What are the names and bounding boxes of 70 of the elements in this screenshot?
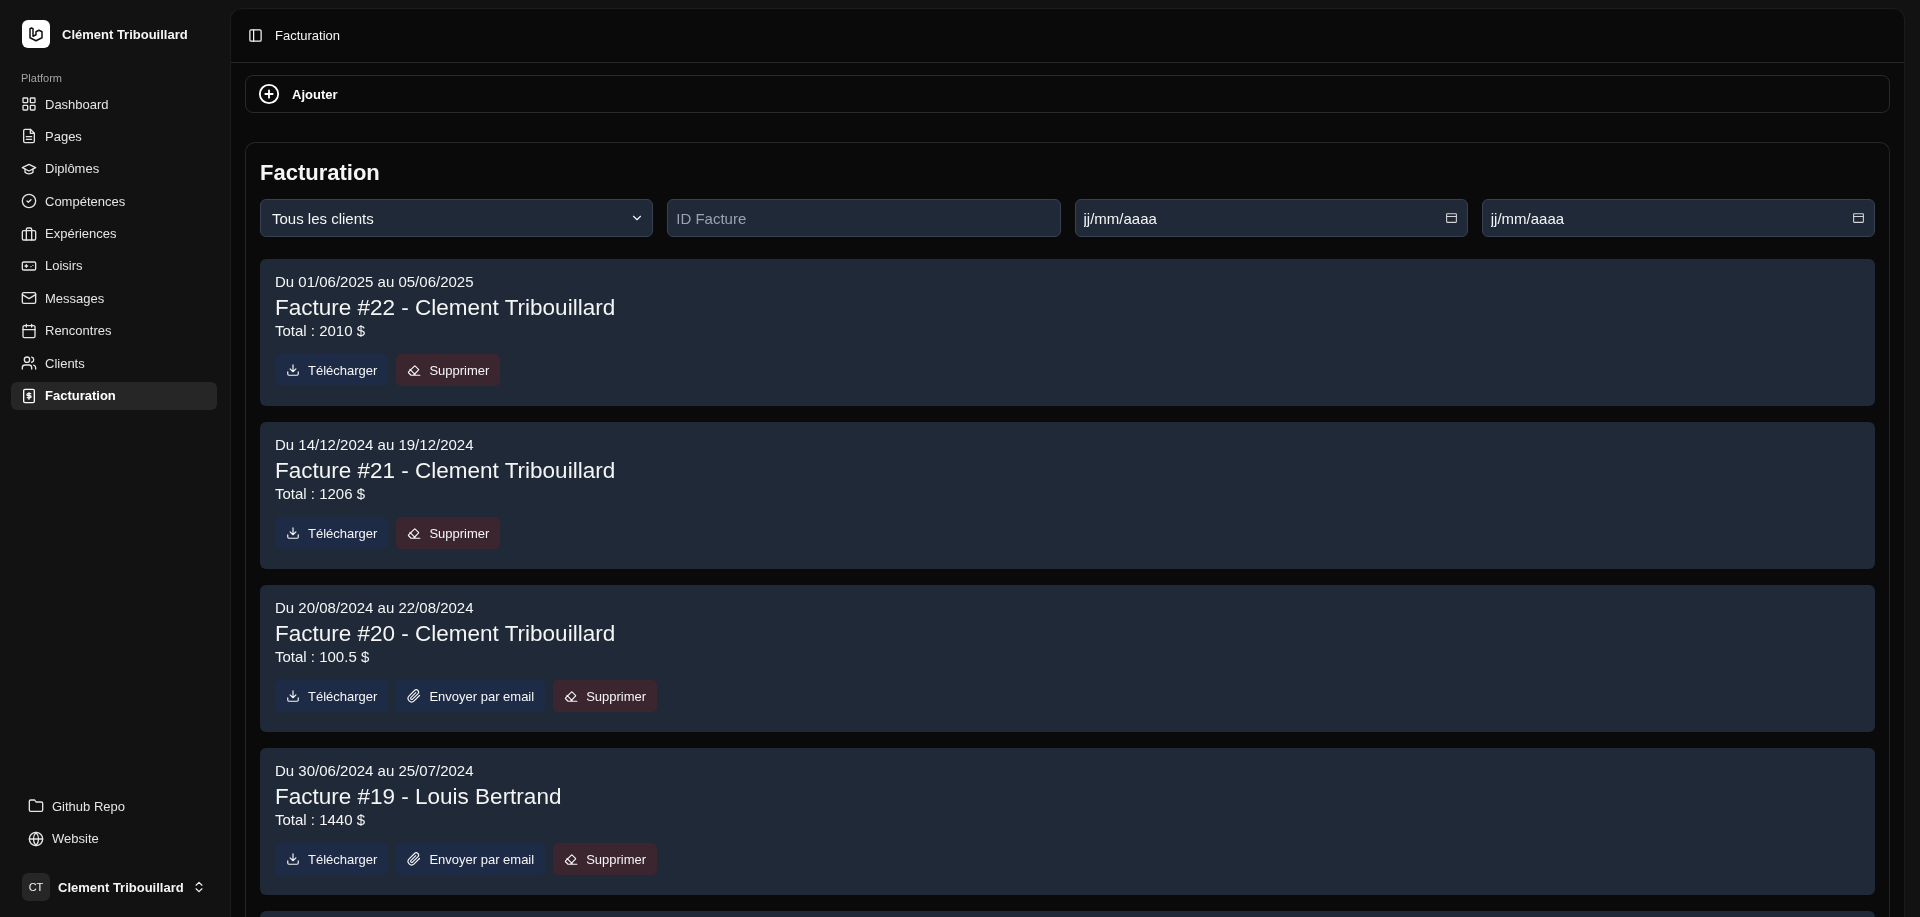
nav-item[interactable]: Rencontres	[11, 316, 217, 345]
delete-button[interactable]: Supprimer	[396, 354, 501, 386]
invoice-total: Total : 100.5 $	[275, 648, 370, 665]
envelope-icon	[21, 290, 37, 307]
eraser-icon	[407, 526, 422, 540]
nav-item[interactable]: Expériences	[11, 219, 217, 248]
users-icon	[21, 355, 37, 372]
download-icon	[286, 526, 300, 540]
app-name: Clément Tribouillard	[62, 26, 188, 42]
invoice-title: Facture #21 - Clement Tribouillard	[275, 458, 616, 484]
download-icon	[286, 852, 300, 866]
briefcase-icon	[21, 225, 37, 242]
eraser-icon	[564, 852, 579, 866]
panel-title: Facturation	[260, 160, 380, 186]
download-button[interactable]: Télécharger	[275, 843, 389, 875]
breadcrumb: Facturation	[275, 28, 341, 43]
sidebar-link[interactable]: Github Repo	[11, 792, 217, 821]
paperclip-icon	[407, 689, 422, 703]
nav-item[interactable]: Diplômes	[11, 154, 217, 183]
delete-button[interactable]: Supprimer	[553, 680, 658, 712]
invoice-id-field[interactable]: ID Facture	[667, 199, 1061, 237]
start-date-field[interactable]: jj/mm/aaaa	[1074, 199, 1468, 237]
client-select[interactable]: Tous les clients	[260, 199, 654, 237]
invoice-title: Facture #20 - Clement Tribouillard	[275, 621, 616, 647]
add-button[interactable]: Ajouter	[245, 75, 1890, 113]
invoice-period: Du 20/08/2024 au 22/08/2024	[275, 599, 474, 616]
download-button[interactable]: Télécharger	[275, 517, 389, 549]
check-circle-icon	[21, 193, 37, 210]
user-avatar: CT	[22, 873, 50, 901]
folder-icon	[28, 798, 44, 815]
nav-item[interactable]: Pages	[11, 122, 217, 151]
calendar-icon	[1444, 211, 1458, 224]
invoice-period: Du 14/12/2024 au 19/12/2024	[275, 436, 474, 453]
section-label: Platform	[20, 71, 63, 86]
document-icon	[21, 128, 37, 145]
invoice-title: Facture #22 - Clement Tribouillard	[275, 295, 616, 321]
nav-item[interactable]: Compétences	[11, 187, 217, 216]
invoice-period: Du 01/06/2025 au 05/06/2025	[275, 273, 474, 290]
invoice-period: Du 30/06/2024 au 25/07/2024	[275, 762, 474, 779]
delete-button[interactable]: Supprimer	[553, 843, 658, 875]
invoice-title: Facture #19 - Louis Bertrand	[275, 784, 562, 810]
nav-item[interactable]: Facturation	[11, 381, 217, 410]
invoice-total: Total : 1206 $	[275, 485, 366, 502]
end-date-field[interactable]: jj/mm/aaaa	[1481, 199, 1875, 237]
calendar-icon	[21, 322, 37, 339]
dollar-document-icon	[21, 387, 37, 404]
user-name: Clement Tribouillard	[58, 879, 184, 895]
cube-logo-icon	[27, 25, 45, 43]
nav-item[interactable]: Loisirs	[11, 251, 217, 280]
invoice-total: Total : 2010 $	[275, 322, 366, 339]
delete-button[interactable]: Supprimer	[396, 517, 501, 549]
email-button[interactable]: Envoyer par email	[396, 680, 546, 712]
plus-circle-icon	[258, 83, 280, 105]
email-button[interactable]: Envoyer par email	[396, 843, 546, 875]
nav-item[interactable]: Clients	[11, 349, 217, 378]
download-button[interactable]: Télécharger	[275, 680, 389, 712]
download-button[interactable]: Télécharger	[275, 354, 389, 386]
paperclip-icon	[407, 852, 422, 866]
download-icon	[286, 689, 300, 703]
sidebar-toggle-icon	[248, 28, 263, 43]
sidebar-link[interactable]: Website	[11, 824, 217, 853]
eraser-icon	[564, 689, 579, 703]
eraser-icon	[407, 363, 422, 377]
nav-item[interactable]: Dashboard	[11, 90, 217, 118]
globe-icon	[28, 830, 44, 847]
grid-icon	[21, 96, 37, 112]
calendar-icon	[1852, 211, 1865, 224]
download-icon	[286, 363, 300, 377]
invoice-total: Total : 1440 $	[275, 811, 366, 828]
nav-item[interactable]: Messages	[11, 284, 217, 313]
